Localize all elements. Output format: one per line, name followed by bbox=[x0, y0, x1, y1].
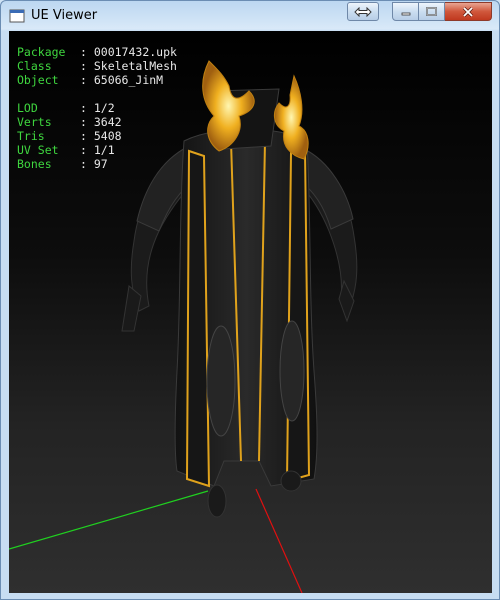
x-axis-line bbox=[255, 488, 303, 593]
maximize-icon bbox=[426, 7, 437, 16]
right-ornament bbox=[279, 320, 305, 422]
window-title: UE Viewer bbox=[31, 8, 98, 23]
package-label: Package bbox=[17, 45, 66, 59]
3d-viewport[interactable]: Package: 00017432.upk Class: SkeletalMes… bbox=[9, 31, 492, 593]
verts-value: 3642 bbox=[93, 115, 122, 129]
info-row-uvset: UV Set: 1/1 bbox=[17, 143, 115, 157]
maximize-button[interactable] bbox=[419, 2, 445, 21]
close-icon bbox=[462, 6, 474, 17]
info-row-package: Package: 00017432.upk bbox=[17, 45, 177, 59]
minimize-icon bbox=[401, 12, 410, 15]
bones-value: 97 bbox=[93, 157, 108, 171]
info-row-lod: LOD: 1/2 bbox=[17, 101, 115, 115]
right-foot bbox=[280, 470, 302, 492]
info-row-tris: Tris: 5408 bbox=[17, 129, 122, 143]
tris-label: Tris bbox=[17, 129, 45, 143]
toggle-button[interactable] bbox=[347, 2, 379, 21]
package-value: 00017432.upk bbox=[93, 45, 177, 59]
close-button[interactable] bbox=[445, 2, 492, 21]
uvset-value: 1/1 bbox=[93, 143, 115, 157]
class-label: Class bbox=[17, 59, 52, 73]
left-foot bbox=[207, 484, 227, 518]
swap-arrows-icon bbox=[354, 6, 372, 17]
info-row-class: Class: SkeletalMesh bbox=[17, 59, 177, 73]
lod-label: LOD bbox=[17, 101, 38, 115]
class-value: SkeletalMesh bbox=[93, 59, 177, 73]
app-icon bbox=[9, 9, 25, 23]
object-value: 65066_JinM bbox=[93, 73, 164, 87]
minimize-button[interactable] bbox=[392, 2, 419, 21]
info-row-object: Object: 65066_JinM bbox=[17, 73, 164, 87]
tris-value: 5408 bbox=[93, 129, 122, 143]
right-panel bbox=[285, 147, 311, 483]
title-bar[interactable]: UE Viewer bbox=[1, 1, 499, 31]
lod-value: 1/2 bbox=[93, 101, 115, 115]
verts-label: Verts bbox=[17, 115, 52, 129]
uvset-label: UV Set bbox=[17, 143, 59, 157]
info-row-bones: Bones: 97 bbox=[17, 157, 108, 171]
app-window: UE Viewer Package: 00017432.upk Class:… bbox=[0, 0, 500, 600]
left-ornament bbox=[206, 325, 236, 437]
mesh-info-panel: Package: 00017432.upk Class: SkeletalMes… bbox=[17, 45, 177, 171]
bones-label: Bones bbox=[17, 157, 52, 171]
object-label: Object bbox=[17, 73, 59, 87]
info-row-verts: Verts: 3642 bbox=[17, 115, 122, 129]
y-axis-line bbox=[9, 490, 209, 550]
